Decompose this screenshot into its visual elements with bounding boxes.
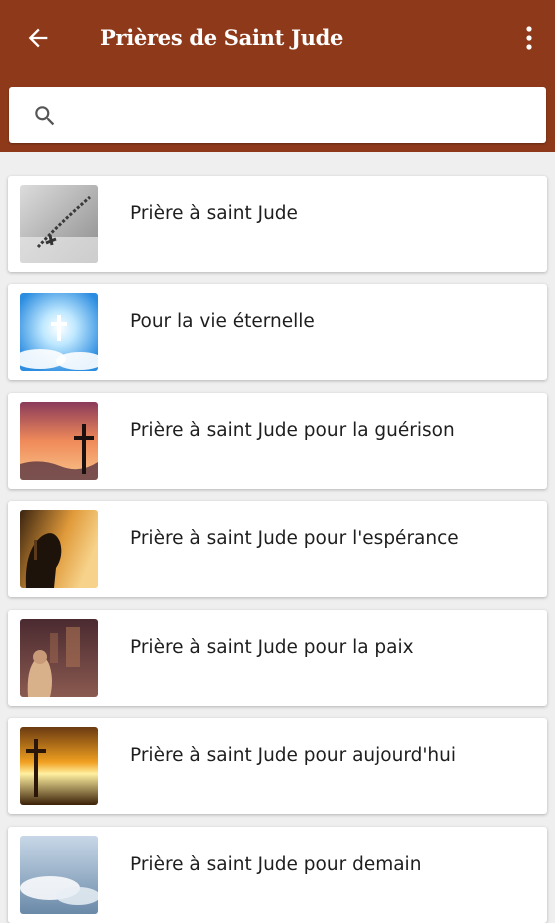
list-item[interactable]: Prière à saint Jude pour l'espérance bbox=[8, 501, 547, 597]
list-item[interactable]: Prière à saint Jude pour la paix bbox=[8, 610, 547, 706]
more-options-button[interactable] bbox=[517, 20, 541, 56]
list-item-label: Prière à saint Jude pour la paix bbox=[130, 637, 414, 658]
clouds-thumbnail bbox=[20, 836, 98, 914]
list-item[interactable]: Prière à saint Jude pour la guérison bbox=[8, 393, 547, 489]
list-item-label: Pour la vie éternelle bbox=[130, 311, 315, 332]
list-item-label: Prière à saint Jude pour demain bbox=[130, 854, 422, 875]
page-title: Prières de Saint Jude bbox=[100, 25, 344, 50]
arrow-left-icon bbox=[28, 28, 48, 48]
back-button[interactable] bbox=[18, 20, 58, 56]
list-item-label: Prière à saint Jude pour l'espérance bbox=[130, 528, 459, 549]
praying-woman-thumbnail bbox=[20, 510, 98, 588]
rosary-thumbnail bbox=[20, 185, 98, 263]
list-item-label: Prière à saint Jude pour la guérison bbox=[130, 420, 455, 441]
list-item[interactable]: Prière à saint Jude pour aujourd'hui bbox=[8, 718, 547, 814]
app-bar: Prières de Saint Jude bbox=[0, 0, 555, 152]
list-item[interactable]: Pour la vie éternelle bbox=[8, 284, 547, 380]
search-bar[interactable] bbox=[9, 87, 546, 143]
church-interior-thumbnail bbox=[20, 619, 98, 697]
list-item[interactable]: Prière à saint Jude bbox=[8, 176, 547, 272]
more-vertical-icon bbox=[526, 26, 532, 50]
search-icon bbox=[35, 106, 55, 126]
list-item-label: Prière à saint Jude pour aujourd'hui bbox=[130, 745, 457, 766]
golden-cross-thumbnail bbox=[20, 727, 98, 805]
list-item-label: Prière à saint Jude bbox=[130, 203, 298, 224]
search-input[interactable] bbox=[73, 95, 537, 137]
list-item[interactable]: Prière à saint Jude pour demain bbox=[8, 827, 547, 923]
sunset-cross-thumbnail bbox=[20, 402, 98, 480]
sky-cross-thumbnail bbox=[20, 293, 98, 371]
